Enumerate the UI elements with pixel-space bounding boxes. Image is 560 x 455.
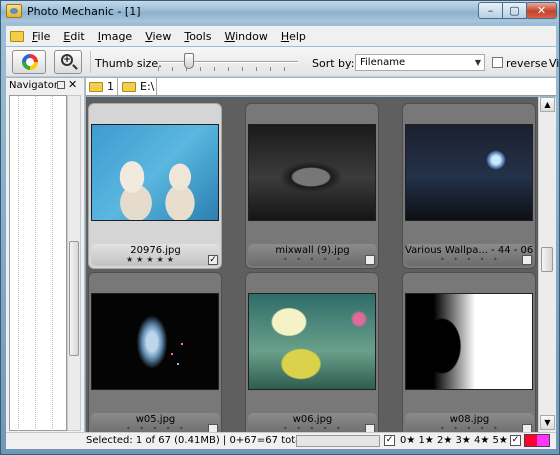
reverse-checkbox[interactable] xyxy=(492,57,503,68)
menu-view[interactable]: View xyxy=(145,30,171,43)
rating-filter[interactable]: 0★ 1★ 2★ 3★ 4★ 5★ xyxy=(400,435,508,446)
folder-icon xyxy=(122,81,136,92)
filter-checkbox[interactable]: ✓ xyxy=(384,435,395,446)
star-rating[interactable]: • • • • • xyxy=(126,424,187,432)
color-class-swatch[interactable] xyxy=(524,434,550,447)
app-window: Photo Mechanic - [1] – ▢ ✕ File Edit Ima… xyxy=(0,0,560,455)
navigator-scroll-thumb[interactable] xyxy=(69,241,79,356)
thumbnail-cell[interactable]: Various Wallpa... - 44 - 06.jpg• • • • • xyxy=(402,103,536,269)
sort-by-value: Filename xyxy=(360,57,406,68)
thumb-size-label: Thumb size: xyxy=(95,57,162,70)
pin-icon[interactable] xyxy=(57,81,65,89)
view-label: Vie xyxy=(549,57,560,70)
scroll-up-button[interactable]: ▲ xyxy=(540,97,555,112)
color-wheel-icon xyxy=(22,54,38,70)
thumb-size-slider-knob[interactable] xyxy=(184,53,194,69)
reverse-label: reverse xyxy=(506,57,548,70)
tab-label: 1 xyxy=(107,80,114,93)
sort-by-label: Sort by: xyxy=(312,57,355,70)
zoom-in-icon: + xyxy=(61,54,73,66)
thumbnail-caption: w08.jpg • • • • • xyxy=(405,413,534,432)
star-rating[interactable]: • • • • • xyxy=(440,255,501,264)
menu-window[interactable]: Window xyxy=(224,30,267,43)
star-rating[interactable]: • • • • • xyxy=(440,424,501,432)
tag-checkbox[interactable]: ✓ xyxy=(208,255,218,265)
toolbar: + Thumb size: Sort by: Filename ▼ revers… xyxy=(6,47,560,77)
progress-bar xyxy=(296,435,380,447)
star-rating[interactable]: • • • • • xyxy=(283,255,344,264)
thumbnail-cell[interactable]: w08.jpg • • • • • xyxy=(402,272,536,432)
menu-tools[interactable]: Tools xyxy=(184,30,211,43)
tag-checkbox[interactable] xyxy=(365,255,375,265)
scroll-down-button[interactable]: ▼ xyxy=(540,415,555,430)
thumbnail-image[interactable] xyxy=(91,293,219,390)
close-button[interactable]: ✕ xyxy=(526,2,557,19)
thumbnail-caption: Various Wallpa... - 44 - 06.jpg• • • • • xyxy=(405,244,534,266)
color-class-button[interactable] xyxy=(12,50,46,74)
title-bar[interactable]: Photo Mechanic - [1] – ▢ ✕ xyxy=(1,1,559,22)
toolbar-separator xyxy=(90,51,91,73)
thumb-size-slider-ticks xyxy=(158,67,298,71)
menu-image[interactable]: Image xyxy=(98,30,132,43)
tree-guide-line xyxy=(35,96,36,432)
tag-checkbox[interactable] xyxy=(522,255,532,265)
star-rating[interactable]: ★★★★★ xyxy=(126,255,177,264)
folder-tree[interactable] xyxy=(9,95,67,432)
thumbnail-caption: w05.jpg • • • • • xyxy=(91,413,220,432)
folder-icon[interactable] xyxy=(10,30,24,42)
contact-sheet-scroll-thumb[interactable] xyxy=(541,247,553,272)
thumbnail-caption: mixwall (9).jpg • • • • • xyxy=(248,244,377,266)
thumbnail-image[interactable] xyxy=(91,124,219,221)
photo-mechanic-app-icon xyxy=(6,4,22,18)
thumbnail-image[interactable] xyxy=(405,124,533,221)
navigator-header: Navigator ✕ xyxy=(6,78,85,94)
tree-guide-line xyxy=(18,96,19,432)
maximize-button[interactable]: ▢ xyxy=(502,2,527,19)
thumbnail-caption: w06.jpg • • • • • xyxy=(248,413,377,432)
minimize-button[interactable]: – xyxy=(478,2,503,19)
contact-sheet-scrollbar[interactable]: ▲ ▼ xyxy=(538,97,556,432)
thumbnail-image[interactable] xyxy=(248,293,376,390)
navigator-panel: Navigator ✕ xyxy=(6,78,85,446)
menu-edit[interactable]: Edit xyxy=(63,30,84,43)
zoom-button[interactable]: + xyxy=(54,50,82,74)
chevron-down-icon: ▼ xyxy=(474,58,481,67)
thumbnail-image[interactable] xyxy=(248,124,376,221)
thumbnail-caption: 20976.jpg ★★★★★ ✓ xyxy=(91,244,220,266)
tag-checkbox[interactable] xyxy=(522,424,532,432)
folder-icon xyxy=(89,81,103,92)
tree-guide-line xyxy=(52,96,53,432)
tag-checkbox[interactable] xyxy=(208,424,218,432)
tab-1[interactable]: 1 xyxy=(86,78,118,95)
status-bar: Selected: 1 of 67 (0.41MB) | 0+67=67 tot… xyxy=(6,432,556,449)
tab-label: E:\ xyxy=(140,80,155,93)
thumbnail-image[interactable] xyxy=(405,293,533,390)
thumbnail-cell[interactable]: w06.jpg • • • • • xyxy=(245,272,379,432)
thumb-size-slider-track[interactable] xyxy=(158,61,298,63)
contact-sheet-tabs: 1 E:\ xyxy=(86,78,556,96)
navigator-vertical-scrollbar[interactable] xyxy=(67,95,81,431)
contact-sheet: 20976.jpg ★★★★★ ✓ mixwall (9).jpg • • • • • V… xyxy=(86,97,538,432)
sort-by-select[interactable]: Filename ▼ xyxy=(355,54,485,71)
star-rating[interactable]: • • • • • xyxy=(283,424,344,432)
tab-e-drive[interactable]: E:\ xyxy=(119,78,157,95)
navigator-title: Navigator xyxy=(9,80,58,91)
thumbnail-cell[interactable]: mixwall (9).jpg • • • • • xyxy=(245,103,379,269)
thumbnail-cell[interactable]: w05.jpg • • • • • xyxy=(88,272,222,432)
rating-filter-checkbox[interactable]: ✓ xyxy=(510,435,521,446)
close-icon[interactable]: ✕ xyxy=(68,78,77,91)
window-title: Photo Mechanic - [1] xyxy=(27,5,141,18)
menu-bar: File Edit Image View Tools Window Help xyxy=(6,26,556,46)
thumbnail-cell[interactable]: 20976.jpg ★★★★★ ✓ xyxy=(88,103,222,269)
menu-help[interactable]: Help xyxy=(281,30,306,43)
menu-file[interactable]: File xyxy=(32,30,50,43)
tag-checkbox[interactable] xyxy=(365,424,375,432)
